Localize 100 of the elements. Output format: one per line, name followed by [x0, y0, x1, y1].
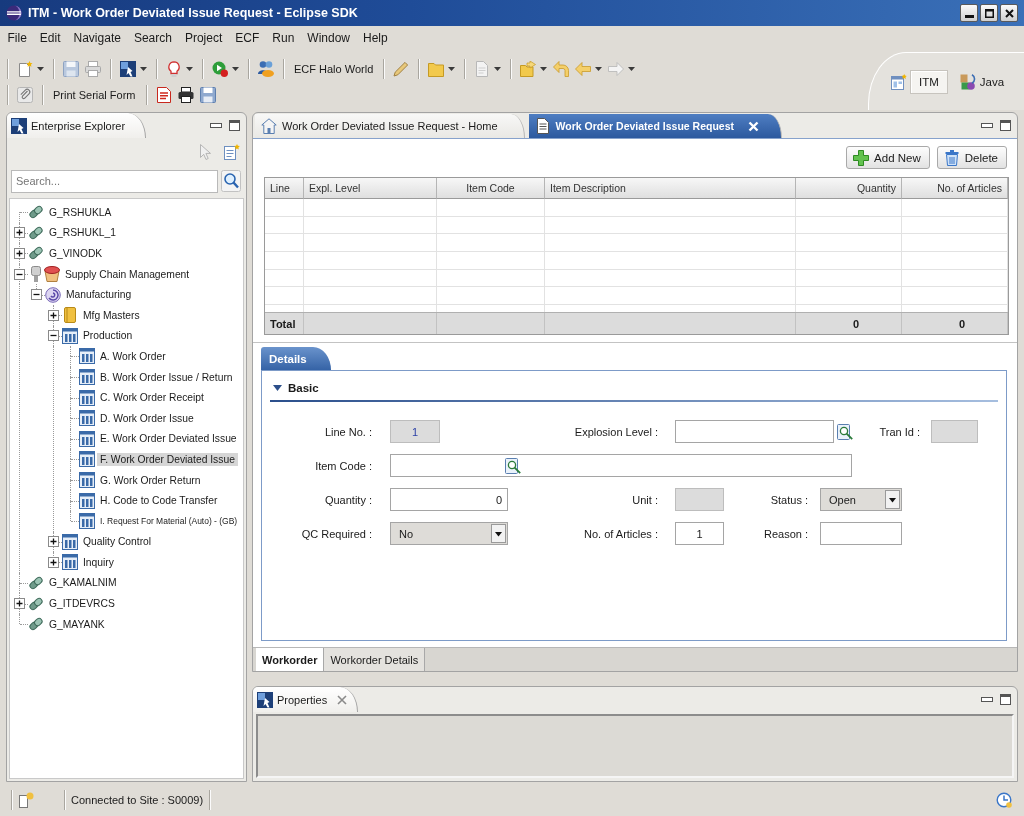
minimize-button[interactable]	[960, 4, 978, 22]
tree-item[interactable]: Manufacturing	[63, 288, 135, 302]
text-field[interactable]	[931, 420, 978, 443]
tree-item[interactable]: H. Code to Code Transfer	[97, 494, 221, 508]
tree-item[interactable]: G_VINODK	[46, 247, 106, 260]
paperclip-icon[interactable]	[17, 87, 33, 103]
expand-icon[interactable]	[48, 556, 59, 568]
lightbulb-icon[interactable]	[166, 61, 182, 77]
collapse-icon[interactable]	[31, 289, 42, 301]
toolbar-button[interactable]: ECF Halo World	[290, 61, 378, 77]
play-icon[interactable]	[212, 61, 228, 77]
expand-icon[interactable]	[14, 598, 25, 610]
tree-item[interactable]: G_RSHUKL_1	[46, 226, 119, 240]
tree-item[interactable]: G_MAYANK	[46, 617, 108, 631]
document-icon[interactable]	[155, 87, 172, 103]
menu-item[interactable]: ECF	[228, 31, 266, 45]
tree-item[interactable]: Mfg Masters	[80, 308, 143, 322]
clock-icon[interactable]	[996, 792, 1012, 808]
caret-icon[interactable]	[494, 67, 502, 71]
tree-item[interactable]: G_ITDEVRCS	[46, 597, 118, 611]
expand-icon[interactable]	[14, 248, 25, 259]
caret-icon[interactable]	[186, 67, 193, 71]
field-label: Tran Id :	[878, 425, 921, 438]
tree-item[interactable]: Quality Control	[80, 535, 155, 549]
tree-item[interactable]: Supply Chain Management	[62, 267, 193, 281]
editor-tab[interactable]: Work Order Deviated Issue Request	[528, 114, 782, 138]
view-tab[interactable]: Properties	[253, 687, 359, 712]
users-icon[interactable]	[258, 61, 274, 77]
open-perspective-icon[interactable]	[891, 73, 907, 90]
view-menu-icon[interactable]	[224, 144, 240, 160]
minimize-icon[interactable]	[210, 123, 222, 128]
caret-icon[interactable]	[37, 67, 44, 71]
caret-icon[interactable]	[140, 67, 147, 71]
caret-icon[interactable]	[628, 67, 636, 71]
tree-item[interactable]: G_KAMALNIM	[46, 576, 120, 590]
page-tab[interactable]: Workorder Details	[324, 648, 426, 671]
maximize-icon[interactable]	[229, 120, 240, 131]
tree-item[interactable]: E. Work Order Deviated Issue	[97, 432, 240, 446]
save-icon[interactable]	[199, 87, 216, 103]
dropdown[interactable]: No	[390, 522, 508, 545]
collapse-icon[interactable]	[48, 330, 59, 342]
text-field[interactable]: 1	[675, 522, 724, 545]
menu-item[interactable]: File	[1, 31, 34, 45]
tree-item[interactable]: A. Work Order	[97, 349, 169, 363]
tree-item[interactable]: F. Work Order Deviated Issue	[97, 452, 238, 466]
tree-item[interactable]: I. Request For Material (Auto) - (GB)	[97, 515, 241, 528]
view-tab[interactable]: Enterprise Explorer	[7, 113, 147, 138]
maximize-button[interactable]	[980, 4, 998, 22]
pointer-tile-icon[interactable]	[120, 61, 136, 77]
caret-icon[interactable]	[540, 67, 548, 71]
menu-item[interactable]: Run	[265, 31, 301, 45]
menu-item[interactable]: Help	[356, 31, 395, 45]
lookup-icon[interactable]	[837, 423, 853, 440]
add-button[interactable]: Add New	[846, 146, 930, 169]
menu-item[interactable]: Search	[127, 31, 179, 45]
collapse-icon[interactable]	[14, 268, 25, 280]
caret-icon[interactable]	[232, 67, 239, 71]
perspective-button[interactable]: Java	[950, 69, 1014, 94]
menu-item[interactable]: Window	[300, 31, 357, 45]
close-button[interactable]	[1000, 4, 1018, 22]
text-field[interactable]	[820, 522, 902, 545]
search-field[interactable]: Search...	[11, 169, 218, 193]
caret-icon[interactable]	[448, 67, 456, 71]
delete-button[interactable]: Delete	[936, 146, 1007, 169]
swirl-icon	[45, 286, 61, 303]
window-icon[interactable]	[18, 792, 34, 808]
text-field[interactable]	[675, 488, 724, 511]
tree-item[interactable]: Production	[80, 329, 136, 343]
menu-item[interactable]: Navigate	[67, 31, 128, 45]
expand-icon[interactable]	[48, 309, 59, 321]
page-tab[interactable]: Workorder	[256, 648, 325, 671]
expand-icon[interactable]	[14, 227, 25, 239]
lookup-field[interactable]	[390, 454, 852, 477]
dropdown[interactable]: Open	[820, 488, 902, 511]
menu-item[interactable]: Edit	[33, 31, 68, 45]
lookup-field[interactable]	[675, 420, 834, 443]
text-field[interactable]: 1	[390, 420, 440, 443]
text-field[interactable]: 0	[390, 488, 508, 511]
details-tab[interactable]: Details	[261, 347, 331, 370]
close-icon[interactable]	[337, 694, 348, 705]
search-icon[interactable]	[221, 170, 241, 192]
maximize-icon[interactable]	[1000, 120, 1011, 131]
maximize-icon[interactable]	[1000, 694, 1011, 705]
printer-icon[interactable]	[177, 87, 194, 103]
lookup-icon[interactable]	[505, 457, 521, 474]
menu-item[interactable]: Project	[178, 31, 229, 45]
caret-icon[interactable]	[595, 67, 603, 71]
tree-item[interactable]: G_RSHUKLA	[46, 205, 115, 219]
tree-item[interactable]: Inquiry	[80, 555, 117, 569]
expand-icon[interactable]	[48, 536, 59, 548]
section-header[interactable]: Basic	[270, 379, 998, 397]
tree-item[interactable]: B. Work Order Issue / Return	[97, 370, 236, 384]
tree-item[interactable]: G. Work Order Return	[97, 473, 204, 487]
editor-tab[interactable]: Work Order Deviated Issue Request - Home	[255, 114, 525, 138]
toolbar-button[interactable]: Print Serial Form	[49, 87, 140, 103]
minimize-icon[interactable]	[981, 697, 993, 702]
minimize-icon[interactable]	[981, 123, 993, 128]
perspective-button[interactable]: ITM	[910, 69, 948, 94]
tree-item[interactable]: C. Work Order Receipt	[97, 391, 207, 405]
tree-item[interactable]: D. Work Order Issue	[97, 411, 197, 425]
